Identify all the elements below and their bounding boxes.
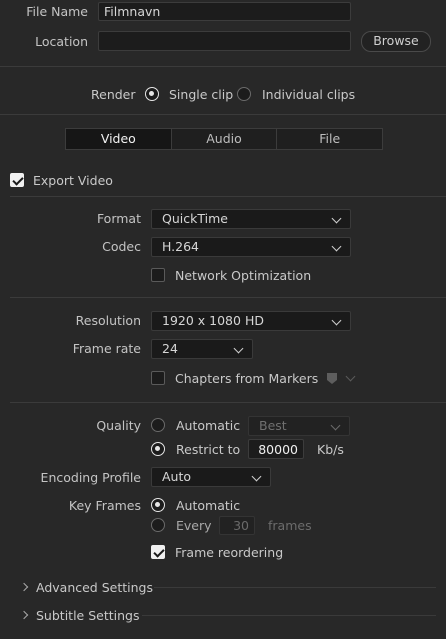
- frame-rate-select[interactable]: 24: [151, 339, 253, 359]
- key-frames-every-input[interactable]: [219, 516, 255, 535]
- resolution-label: Resolution: [75, 313, 141, 328]
- bitrate-unit: Kb/s: [317, 442, 344, 457]
- divider: [142, 615, 436, 616]
- key-frames-unit: frames: [268, 518, 312, 533]
- chevron-right-icon[interactable]: [19, 610, 29, 620]
- chevron-down-icon: [331, 241, 342, 252]
- key-frames-label: Key Frames: [68, 498, 141, 513]
- quality-label: Quality: [96, 418, 141, 433]
- chevron-down-icon: [331, 213, 342, 224]
- divider: [10, 402, 446, 403]
- divider: [0, 114, 446, 115]
- advanced-settings-header[interactable]: Advanced Settings: [36, 580, 153, 595]
- quality-automatic-label[interactable]: Automatic: [176, 418, 240, 433]
- location-label: Location: [35, 34, 88, 49]
- file-name-input[interactable]: [98, 2, 351, 21]
- tab-video[interactable]: Video: [66, 129, 172, 149]
- key-frames-automatic-label[interactable]: Automatic: [176, 498, 240, 513]
- chevron-down-icon: [233, 343, 244, 354]
- chapters-checkbox[interactable]: [151, 371, 165, 385]
- render-label: Render: [91, 87, 136, 102]
- format-select[interactable]: QuickTime: [151, 209, 351, 229]
- subtitle-settings-header[interactable]: Subtitle Settings: [36, 608, 139, 623]
- network-optimization-label[interactable]: Network Optimization: [175, 268, 311, 283]
- export-video-checkbox[interactable]: [10, 173, 24, 187]
- quality-automatic-value: Best: [259, 418, 287, 433]
- divider: [0, 66, 446, 67]
- chevron-down-icon: [331, 315, 342, 326]
- resolution-value: 1920 x 1080 HD: [162, 313, 264, 328]
- divider: [10, 297, 446, 298]
- tab-file[interactable]: File: [277, 129, 382, 149]
- encoding-profile-select[interactable]: Auto: [151, 467, 271, 487]
- codec-label: Codec: [102, 239, 141, 254]
- bitrate-input[interactable]: [248, 439, 304, 459]
- single-clip-radio[interactable]: [145, 87, 159, 101]
- individual-clips-radio[interactable]: [237, 87, 251, 101]
- chapters-label[interactable]: Chapters from Markers: [175, 371, 318, 386]
- location-input[interactable]: [98, 31, 351, 51]
- frame-rate-value: 24: [162, 341, 178, 356]
- chevron-down-icon[interactable]: [345, 371, 356, 382]
- individual-clips-label[interactable]: Individual clips: [262, 87, 355, 102]
- encoding-profile-value: Auto: [162, 469, 192, 484]
- chevron-right-icon[interactable]: [19, 582, 29, 592]
- divider: [154, 587, 436, 588]
- codec-value: H.264: [162, 239, 200, 254]
- encoding-profile-label: Encoding Profile: [40, 470, 141, 485]
- file-name-label: File Name: [26, 4, 88, 19]
- key-frames-every-label[interactable]: Every: [176, 518, 212, 533]
- quality-automatic-select[interactable]: Best: [248, 416, 350, 436]
- key-frames-automatic-radio[interactable]: [151, 498, 165, 512]
- frame-rate-label: Frame rate: [72, 341, 141, 356]
- codec-select[interactable]: H.264: [151, 237, 351, 257]
- format-value: QuickTime: [162, 211, 228, 226]
- settings-tabs: Video Audio File: [65, 128, 383, 150]
- divider: [10, 196, 446, 197]
- format-label: Format: [96, 211, 141, 226]
- quality-restrict-label[interactable]: Restrict to: [176, 442, 240, 457]
- resolution-select[interactable]: 1920 x 1080 HD: [151, 311, 351, 331]
- single-clip-label[interactable]: Single clip: [169, 87, 233, 102]
- frame-reordering-checkbox[interactable]: [151, 545, 165, 559]
- chevron-down-icon: [330, 420, 341, 431]
- key-frames-every-radio[interactable]: [151, 518, 165, 532]
- marker-icon: [327, 373, 337, 384]
- quality-automatic-radio[interactable]: [151, 418, 165, 432]
- export-video-label[interactable]: Export Video: [33, 173, 113, 188]
- network-optimization-checkbox[interactable]: [151, 268, 165, 282]
- quality-restrict-radio[interactable]: [151, 442, 165, 456]
- frame-reordering-label[interactable]: Frame reordering: [175, 545, 283, 560]
- chevron-down-icon: [251, 471, 262, 482]
- tab-audio[interactable]: Audio: [172, 129, 278, 149]
- browse-button[interactable]: Browse: [361, 31, 431, 52]
